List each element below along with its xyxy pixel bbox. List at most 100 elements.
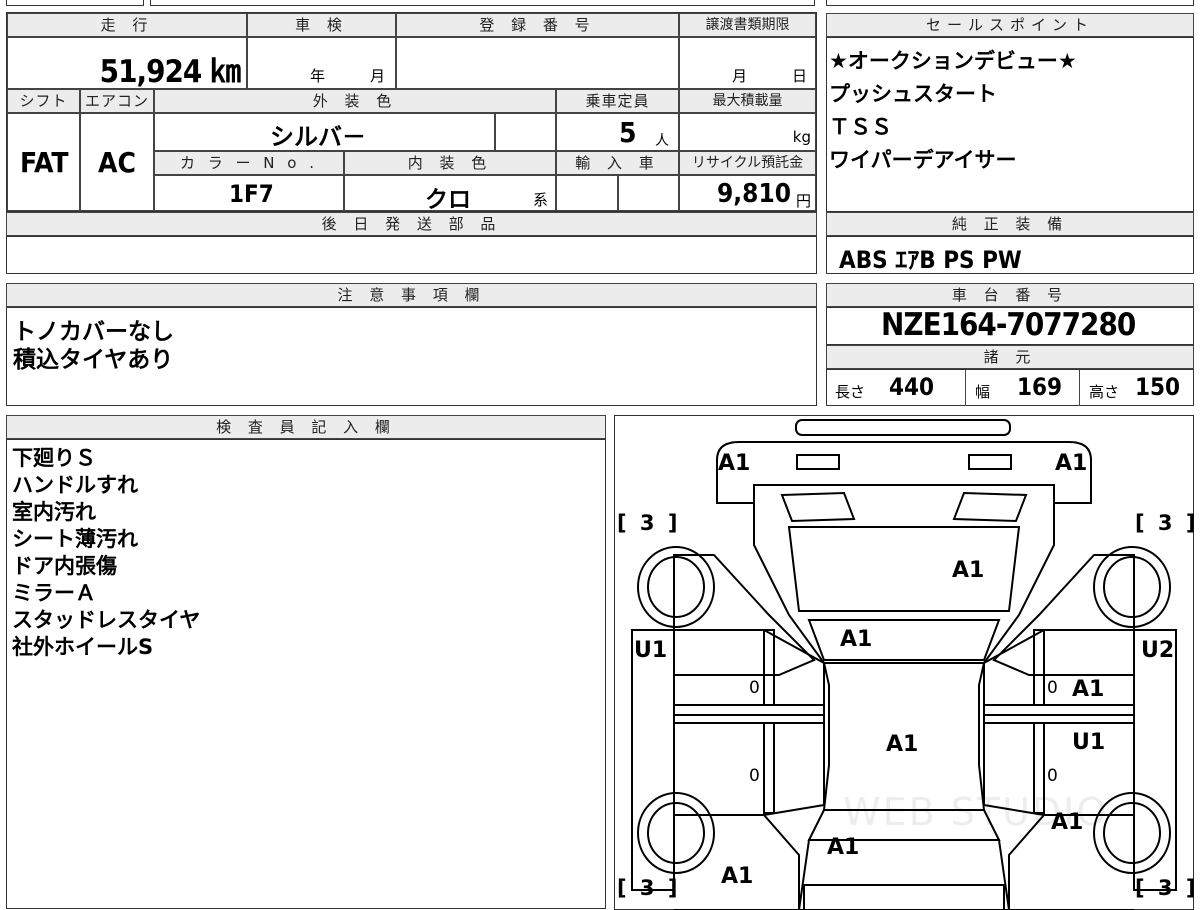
inspection-month-unit: 月 [370, 67, 386, 85]
exterior-color-label: 外 装 色 [154, 89, 556, 113]
tire-front-left: [ 3 ] [617, 511, 681, 535]
chassis-number: NZE164-7077280 [881, 307, 1136, 343]
inspector-line: 室内汚れ [12, 500, 96, 524]
genuine-equipment-value: ABS ｴｱB PS PW [839, 246, 1022, 274]
color-no-label: カ ラ ー N o . [154, 151, 344, 175]
exterior-color-value: シルバ－ [270, 123, 366, 151]
car-diagram [631, 419, 1177, 910]
shift-value: FAT [20, 146, 69, 179]
import-cell-right [618, 175, 679, 211]
genuine-equipment-box: ABS ｴｱB PS PW [826, 236, 1194, 274]
exterior-color-extra-cell [495, 113, 556, 151]
length-label: 長さ [835, 383, 866, 401]
inspector-line: 社外ホイールS [12, 635, 154, 659]
transfer-month-unit: 月 [732, 67, 748, 85]
width-value: 169 [1017, 373, 1063, 401]
inspection-cell: 年 月 [247, 37, 396, 89]
color-no-cell: 1F7 [154, 175, 344, 211]
tire-rear-right: [ 3 ] [1135, 876, 1199, 900]
inspection-label: 車 検 [247, 13, 396, 37]
mileage-cell: 51,924 ㎞ [7, 37, 247, 90]
top-strip [0, 0, 1200, 8]
mark-front-left-corner: A1 [718, 451, 751, 476]
inspector-label: 検 査 員 記 入 欄 [6, 415, 606, 439]
inspector-line: ハンドルすれ [12, 473, 138, 497]
shift-cell: FAT [7, 113, 80, 211]
door-zero-mark: 0 [749, 766, 760, 786]
recycle-unit: 円 [795, 192, 811, 210]
sales-points-box: ★オークションデビュー★ プッシュスタート ＴＳＳ ワイパーデアイサー [826, 37, 1194, 212]
mark-right-front-fender: U2 [1141, 638, 1175, 663]
chassis-label: 車 台 番 号 [826, 283, 1194, 307]
height-label: 高さ [1089, 383, 1120, 401]
transfer-deadline-cell: 月 日 [679, 37, 816, 89]
ac-cell: AC [80, 113, 154, 211]
sales-point-item: ＴＳＳ [829, 115, 892, 139]
notes-label: 注 意 事 項 欄 [6, 283, 817, 307]
capacity-label: 乗車定員 [556, 89, 679, 113]
sales-point-item: ★オークションデビュー★ [829, 49, 1077, 73]
length-value: 440 [889, 373, 935, 401]
mark-trunk: A1 [827, 835, 860, 860]
interior-color-label: 内 装 色 [344, 151, 556, 175]
mileage-label: 走 行 [7, 13, 247, 37]
ac-label: エアコン [80, 89, 154, 113]
registration-label: 登 録 番 号 [396, 13, 679, 37]
watermark: WEB STUDIO [843, 790, 1109, 834]
recycle-value: 9,810 [717, 179, 791, 209]
exterior-color-cell: シルバ－ [154, 113, 495, 151]
width-label: 幅 [975, 383, 991, 401]
inspector-line: ドア内張傷 [12, 554, 117, 578]
capacity-cell: 5 人 [556, 113, 679, 151]
damage-diagram-box: A1 A1 A1 A1 A1 U1 U2 A1 U1 A1 A1 A1 [ 3 … [614, 415, 1195, 910]
note-line: 積込タイヤあり [13, 347, 174, 373]
color-no-value: 1F7 [229, 180, 274, 208]
mileage-value: 51,924 ㎞ [99, 54, 241, 90]
mark-hood: A1 [952, 558, 985, 583]
door-zero-mark: 0 [1047, 678, 1058, 698]
recycle-cell: 9,810 円 [679, 175, 816, 211]
mark-front-right-corner: A1 [1055, 451, 1088, 476]
later-parts-label: 後 日 発 送 部 品 [6, 212, 817, 236]
specs-label: 諸 元 [826, 345, 1194, 369]
mark-windshield: A1 [840, 627, 873, 652]
max-load-cell: kg [679, 113, 816, 151]
interior-color-suffix: 系 [533, 191, 549, 209]
genuine-equipment-label: 純 正 装 備 [826, 212, 1194, 236]
inspector-line: 下廻りＳ [12, 446, 96, 470]
inspector-line: スタッドレスタイヤ [12, 608, 201, 632]
specs-box: 長さ 440 幅 169 高さ 150 [826, 369, 1194, 406]
registration-cell [396, 37, 679, 89]
notes-box: トノカバーなし 積込タイヤあり [6, 307, 817, 406]
inspection-year-unit: 年 [310, 67, 326, 85]
mark-rear-left-corner: A1 [721, 864, 754, 889]
max-load-unit: kg [792, 128, 811, 146]
mark-right-front-door: A1 [1072, 677, 1105, 702]
tire-front-right: [ 3 ] [1135, 511, 1199, 535]
mark-roof: A1 [886, 732, 919, 757]
height-value: 150 [1135, 373, 1181, 401]
recycle-label: リサイクル預託金 [679, 151, 816, 175]
later-parts-box [6, 236, 817, 274]
interior-color-value: クロ [425, 187, 471, 213]
mark-right-rear-door: U1 [1072, 730, 1106, 755]
sales-point-label: セールスポイント [826, 13, 1194, 37]
chassis-box: NZE164-7077280 [826, 307, 1194, 345]
ac-value: AC [98, 146, 136, 179]
door-zero-mark: 0 [1047, 766, 1058, 786]
import-label: 輸 入 車 [556, 151, 679, 175]
interior-color-cell: クロ 系 [344, 175, 556, 213]
inspector-line: ミラーＡ [12, 581, 96, 605]
sales-point-item: プッシュスタート [829, 82, 997, 106]
tire-rear-left: [ 3 ] [617, 876, 681, 900]
max-load-label: 最大積載量 [679, 89, 816, 113]
capacity-unit: 人 [655, 133, 669, 149]
inspector-line: シート薄汚れ [12, 527, 138, 551]
capacity-value: 5 [619, 116, 637, 149]
shift-label: シフト [7, 89, 80, 113]
door-zero-mark: 0 [749, 678, 760, 698]
transfer-deadline-label: 譲渡書類期限 [679, 13, 816, 37]
mark-left-front-fender: U1 [634, 638, 668, 663]
import-cell-left [556, 175, 618, 211]
inspector-box: 下廻りＳ ハンドルすれ 室内汚れ シート薄汚れ ドア内張傷 ミラーＡ スタッドレ… [6, 439, 606, 909]
